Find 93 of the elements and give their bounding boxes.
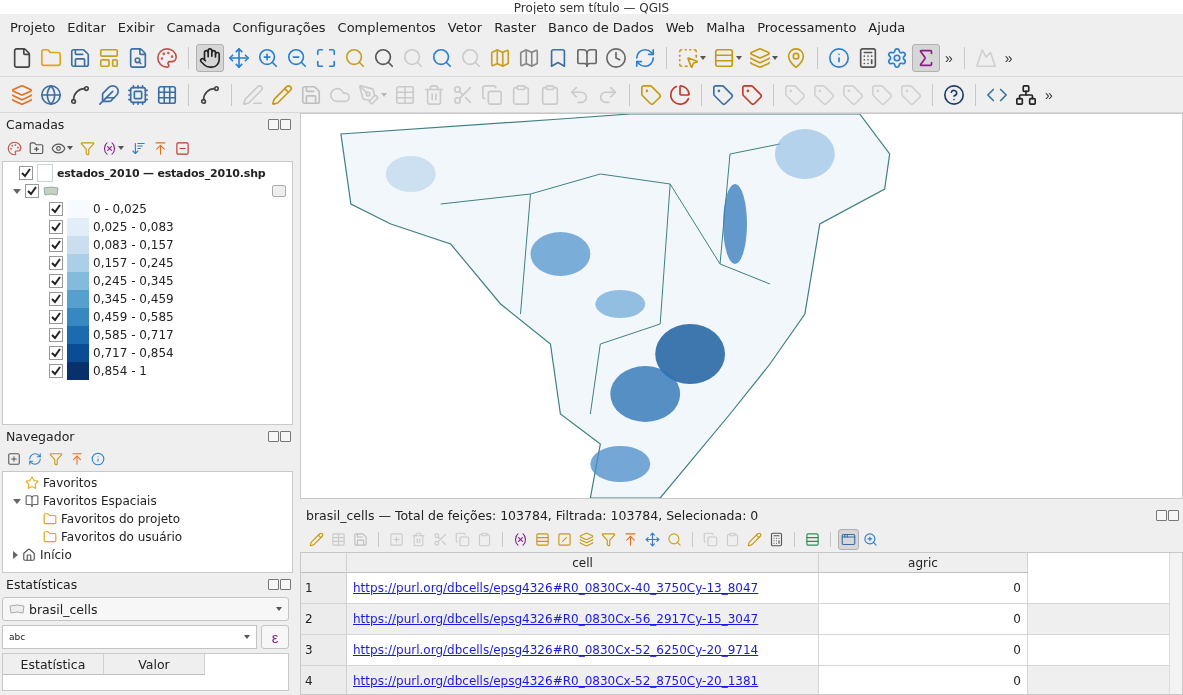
table-row[interactable]: 1 https://purl.org/dbcells/epsg4326#R0_0830Cx-40_3750Cy-13_8047 0 (301, 573, 1169, 604)
expand-arrow-icon[interactable] (13, 498, 21, 504)
float-icon[interactable] (268, 430, 279, 442)
table-row[interactable]: 3 https://purl.org/dbcells/epsg4326#R0_0830Cx-52_6250Cy-20_9714 0 (301, 635, 1169, 666)
menu-item[interactable]: Processamento (751, 19, 863, 35)
field-dropdown[interactable]: abc (2, 625, 257, 649)
checkbox[interactable] (49, 202, 63, 216)
folder-icon (43, 530, 57, 544)
float-icon[interactable] (1156, 509, 1167, 521)
legend-label: 0 - 0,025 (93, 202, 147, 216)
legend-label: 0,083 - 0,157 (93, 238, 174, 252)
table-cell: 0 (819, 604, 1028, 634)
expand-arrow-icon[interactable] (13, 551, 18, 559)
column-header[interactable]: cell (347, 553, 819, 573)
checkbox[interactable] (49, 364, 63, 378)
checkbox[interactable] (49, 328, 63, 342)
tree-item[interactable]: Favoritos (43, 476, 98, 490)
tree-item[interactable]: Favoritos do projeto (61, 512, 181, 526)
legend-label: 0,025 - 0,083 (93, 220, 174, 234)
hand-icon[interactable] (196, 44, 224, 72)
url-link[interactable]: https://purl.org/dbcells/epsg4326#R0_0830Cx-56_2917Cy-15_3047 (353, 612, 759, 626)
legend-label: 0,459 - 0,585 (93, 310, 174, 324)
book-icon (25, 494, 39, 508)
url-link[interactable]: https://purl.org/dbcells/epsg4326#R0_0830Cx-40_3750Cy-13_8047 (353, 581, 759, 595)
table-row[interactable]: 2 https://purl.org/dbcells/epsg4326#R0_0830Cx-56_2917Cy-15_3047 0 (301, 604, 1169, 635)
checkbox[interactable] (49, 292, 63, 306)
panel-title: brasil_cells — Total de feições: 103784, Filtrada: 103784, Selecionada: 0 (306, 507, 759, 523)
checkbox[interactable] (49, 346, 63, 360)
row-number[interactable]: 3 (301, 635, 347, 665)
float-icon[interactable] (268, 578, 279, 590)
scrollbar[interactable] (1169, 553, 1182, 694)
tree-item[interactable]: Início (40, 548, 72, 562)
symbol-swatch (37, 164, 53, 182)
panel-title: Navegador (6, 428, 75, 444)
star-icon (25, 476, 39, 490)
home-icon (22, 548, 36, 562)
tree-item[interactable]: Favoritos Espaciais (43, 494, 157, 508)
legend-label: 0,245 - 0,345 (93, 274, 174, 288)
menu-item[interactable]: Malha (700, 19, 752, 35)
menu-item[interactable]: Projeto (4, 19, 62, 35)
column-header[interactable]: agric (819, 553, 1028, 573)
legend-label: 0,717 - 0,854 (93, 346, 174, 360)
table-row[interactable]: 4 https://purl.org/dbcells/epsg4326#R0_0830Cx-52_8750Cy-20_1381 0 (301, 666, 1169, 694)
close-icon[interactable] (1168, 509, 1179, 521)
url-link[interactable]: https://purl.org/dbcells/epsg4326#R0_0830Cx-52_6250Cy-20_9714 (353, 643, 759, 657)
menu-item[interactable]: Exibir (111, 19, 161, 35)
menu-item[interactable]: Web (659, 19, 701, 35)
close-icon[interactable] (280, 578, 291, 590)
folder-icon (43, 512, 57, 526)
row-number[interactable]: 1 (301, 573, 347, 603)
checkbox[interactable] (49, 310, 63, 324)
legend-label: 0,854 - 1 (93, 364, 147, 378)
sigma-icon[interactable] (912, 44, 940, 72)
tree-item[interactable]: Favoritos do usuário (61, 530, 183, 544)
menu-item[interactable]: Ajuda (862, 19, 912, 35)
float-icon[interactable] (268, 118, 279, 130)
more-button[interactable]: » (1000, 50, 1017, 66)
checkbox[interactable] (49, 274, 63, 288)
polygon-icon (43, 186, 59, 196)
menu-item[interactable]: Configurações (226, 19, 332, 35)
layer-dropdown[interactable]: brasil_cells (2, 597, 289, 621)
legend-label: 0,585 - 0,717 (93, 328, 174, 342)
expression-button[interactable]: ε (261, 625, 289, 649)
menu-item[interactable]: Raster (488, 19, 543, 35)
menu-item[interactable]: Banco de Dados (542, 19, 660, 35)
table-cell: 0 (819, 666, 1028, 694)
menu-item[interactable]: Vetor (441, 19, 489, 35)
menu-item[interactable]: Camada (160, 19, 227, 35)
layer-name[interactable]: estados_2010 — estados_2010.shp (57, 166, 266, 180)
checkbox[interactable] (49, 256, 63, 270)
menu-item[interactable]: Complementos (331, 19, 442, 35)
close-icon[interactable] (280, 118, 291, 130)
caret-icon (244, 635, 250, 639)
panel-title: Estatísticas (6, 576, 78, 592)
checkbox[interactable] (25, 184, 39, 198)
menu-item[interactable]: Editar (61, 19, 112, 35)
caret-icon (276, 607, 282, 611)
column-header[interactable]: Estatística (3, 654, 104, 675)
checkbox[interactable] (49, 238, 63, 252)
column-header[interactable]: Valor (104, 654, 205, 675)
url-link[interactable]: https://purl.org/dbcells/epsg4326#R0_0830Cx-52_8750Cy-20_1381 (353, 674, 759, 688)
legend-label: 0,157 - 0,245 (93, 256, 174, 270)
more-button[interactable]: » (1041, 86, 1057, 103)
panel-title: Camadas (6, 116, 65, 132)
polygon-icon (9, 604, 25, 614)
more-button[interactable]: » (941, 50, 957, 66)
legend-label: 0,345 - 0,459 (93, 292, 174, 306)
layer-options-icon[interactable] (272, 185, 286, 197)
checkbox[interactable] (19, 166, 33, 180)
window-icon[interactable] (838, 528, 859, 550)
window-title: Projeto sem título — QGIS (513, 2, 670, 14)
checkbox[interactable] (49, 220, 63, 234)
close-icon[interactable] (280, 430, 291, 442)
